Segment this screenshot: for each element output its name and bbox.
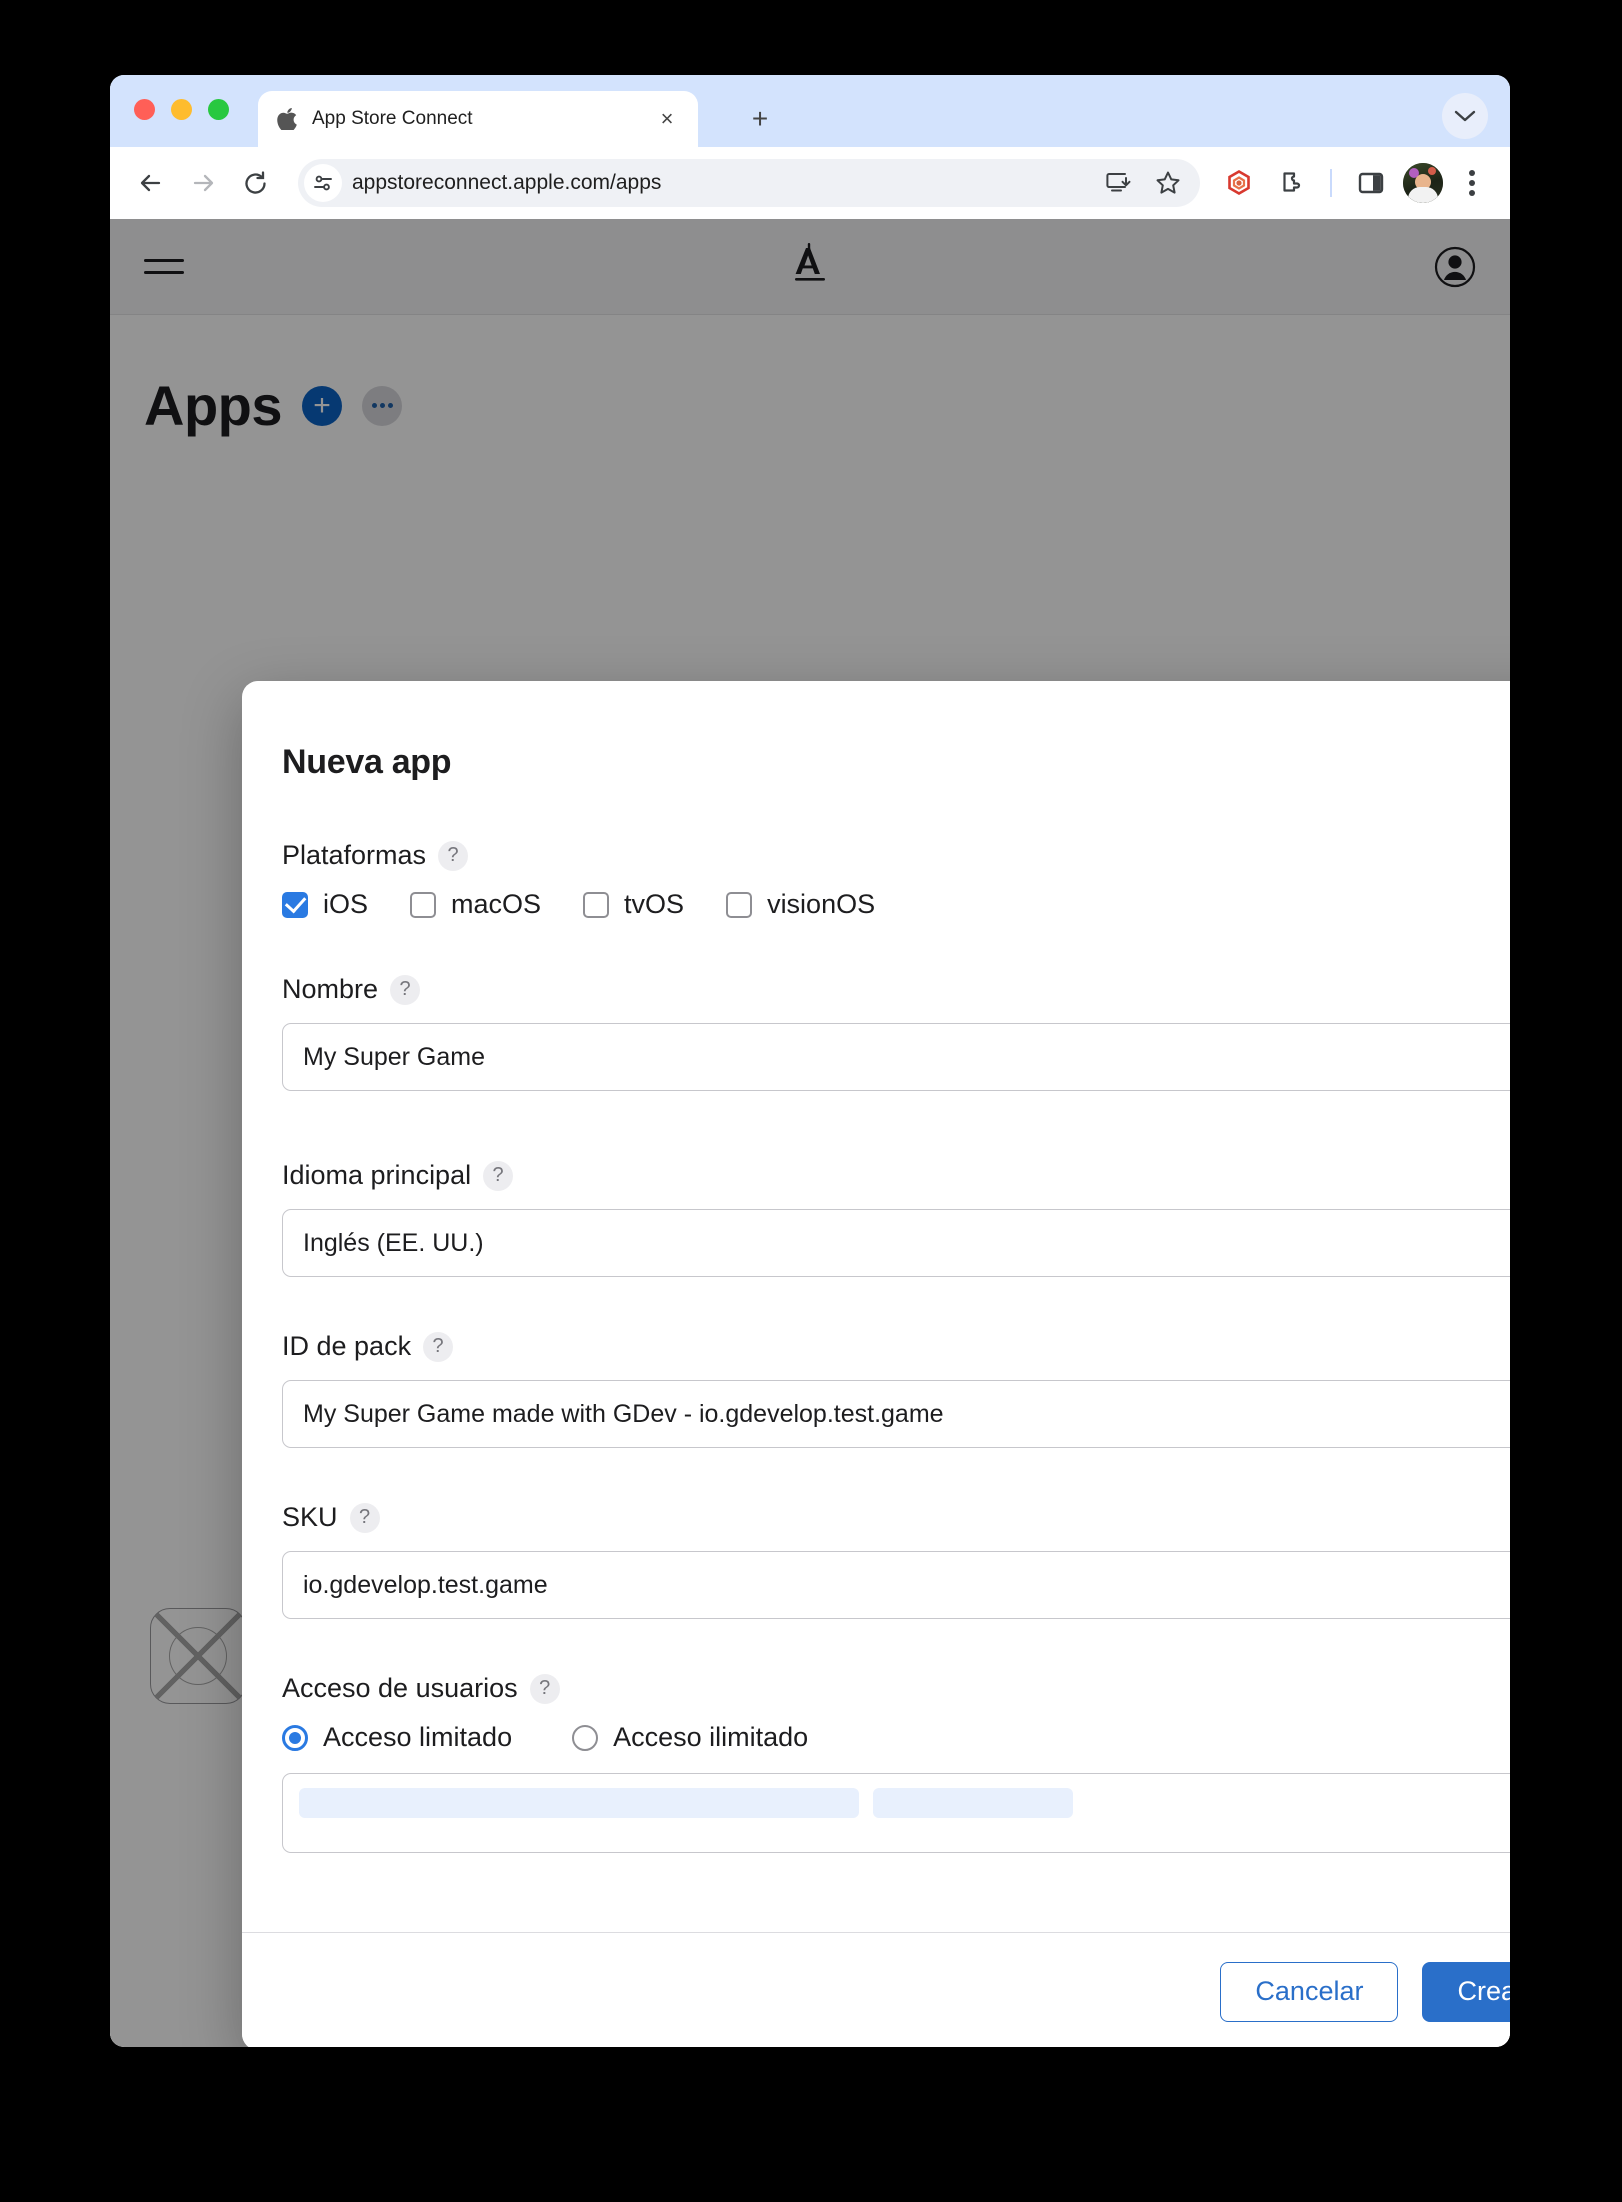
- browser-toolbar: appstoreconnect.apple.com/apps: [110, 147, 1510, 219]
- browser-tab-strip: App Store Connect × +: [110, 75, 1510, 147]
- url-text: appstoreconnect.apple.com/apps: [352, 171, 662, 194]
- name-label: Nombre: [282, 974, 379, 1004]
- name-input[interactable]: My Super Game: [282, 1023, 1510, 1091]
- radio-limited-access-circle[interactable]: [282, 1724, 308, 1751]
- checkbox-tvos-box[interactable]: [583, 891, 610, 918]
- bookmark-star-icon[interactable]: [1148, 163, 1188, 203]
- help-icon[interactable]: ?: [423, 1331, 454, 1362]
- help-icon[interactable]: ?: [438, 840, 469, 871]
- platforms-field: Plataformas ? iOS macOS tvOS visionOS: [282, 840, 1510, 920]
- help-icon[interactable]: ?: [390, 974, 421, 1005]
- checkbox-ios-label: iOS: [323, 889, 369, 919]
- radio-unlimited-access-circle[interactable]: [572, 1724, 599, 1751]
- help-icon[interactable]: ?: [529, 1673, 560, 1704]
- three-dot-menu-icon[interactable]: [1452, 163, 1492, 203]
- close-tab-button[interactable]: ×: [654, 106, 680, 132]
- name-field: Nombre ? My Super Game 17: [282, 974, 1510, 1130]
- checkbox-visionos-box[interactable]: [726, 891, 753, 918]
- primary-language-label: Idioma principal: [282, 1160, 472, 1190]
- primary-language-value: Inglés (EE. UU.): [303, 1228, 484, 1257]
- reload-button[interactable]: [232, 160, 278, 206]
- profile-avatar[interactable]: [1400, 160, 1446, 206]
- minimize-window-button[interactable]: [171, 99, 192, 120]
- user-access-selection-panel[interactable]: [282, 1773, 1510, 1853]
- new-app-dialog: Nueva app Plataformas ? iOS macOS tvOS v…: [242, 681, 1510, 2047]
- page-area: Apps + macOS 1.0 En preparación para el …: [110, 219, 1510, 2047]
- user-access-label-row: Acceso de usuarios ?: [282, 1673, 1510, 1704]
- checkbox-tvos-label: tvOS: [624, 889, 685, 919]
- checkbox-ios[interactable]: iOS: [282, 889, 368, 920]
- checkbox-macos-box[interactable]: [410, 891, 437, 918]
- install-app-icon[interactable]: [1098, 163, 1138, 203]
- primary-language-select[interactable]: Inglés (EE. UU.): [282, 1209, 1510, 1277]
- create-button[interactable]: Crear: [1422, 1961, 1510, 2022]
- bundle-id-field: ID de pack ? My Super Game made with GDe…: [282, 1331, 1510, 1448]
- user-access-radio-group: Acceso limitado Acceso ilimitado: [282, 1722, 1510, 1753]
- user-access-label: Acceso de usuarios: [282, 1673, 518, 1703]
- close-window-button[interactable]: [134, 99, 155, 120]
- new-tab-button[interactable]: +: [740, 99, 780, 139]
- help-icon[interactable]: ?: [483, 1160, 514, 1191]
- toolbar-divider: [1330, 169, 1332, 197]
- forward-button[interactable]: [180, 160, 226, 206]
- radio-unlimited-access-label: Acceso ilimitado: [613, 1722, 809, 1752]
- name-label-row: Nombre ?: [282, 974, 1510, 1005]
- checkbox-visionos-label: visionOS: [767, 889, 876, 919]
- browser-tab[interactable]: App Store Connect ×: [258, 91, 698, 147]
- platforms-label: Plataformas: [282, 840, 427, 870]
- window-traffic-lights: [134, 99, 229, 120]
- checkbox-macos-label: macOS: [451, 889, 542, 919]
- platforms-checkbox-group: iOS macOS tvOS visionOS: [282, 889, 1510, 920]
- platforms-label-row: Plataformas ?: [282, 840, 1510, 871]
- bundle-id-value: My Super Game made with GDev - io.gdevel…: [303, 1399, 944, 1428]
- user-access-field: Acceso de usuarios ? Acceso limitado Acc…: [282, 1673, 1510, 1853]
- cancel-button[interactable]: Cancelar: [1220, 1961, 1399, 2022]
- site-settings-icon[interactable]: [304, 164, 342, 202]
- checkbox-tvos[interactable]: tvOS: [583, 889, 684, 920]
- puzzle-piece-icon[interactable]: [1268, 160, 1314, 206]
- access-chip: [873, 1788, 1073, 1818]
- help-icon[interactable]: ?: [349, 1502, 380, 1533]
- sku-field: SKU ? io.gdevelop.test.game: [282, 1502, 1510, 1619]
- dialog-footer: Cancelar Crear: [242, 1932, 1510, 2047]
- radio-unlimited-access[interactable]: Acceso ilimitado: [572, 1722, 808, 1753]
- browser-window: App Store Connect × + appstoreconnect.ap…: [110, 75, 1510, 2047]
- apple-logo-icon: [276, 108, 298, 130]
- checkbox-ios-box[interactable]: [282, 891, 308, 918]
- bundle-id-label-row: ID de pack ?: [282, 1331, 1510, 1362]
- primary-language-field: Idioma principal ? Inglés (EE. UU.): [282, 1160, 1510, 1277]
- shield-extension-icon[interactable]: [1216, 160, 1262, 206]
- checkbox-macos[interactable]: macOS: [410, 889, 541, 920]
- primary-language-label-row: Idioma principal ?: [282, 1160, 1510, 1191]
- maximize-window-button[interactable]: [208, 99, 229, 120]
- dialog-body: Plataformas ? iOS macOS tvOS visionOS No…: [242, 782, 1510, 1932]
- sku-label: SKU: [282, 1502, 338, 1532]
- name-character-counter: 17: [282, 1103, 1510, 1130]
- radio-limited-access[interactable]: Acceso limitado: [282, 1722, 512, 1753]
- access-chip: [299, 1788, 859, 1818]
- side-panel-icon[interactable]: [1348, 160, 1394, 206]
- radio-limited-access-label: Acceso limitado: [323, 1722, 513, 1752]
- sku-label-row: SKU ?: [282, 1502, 1510, 1533]
- dialog-title: Nueva app: [282, 743, 452, 781]
- back-button[interactable]: [128, 160, 174, 206]
- sku-input[interactable]: io.gdevelop.test.game: [282, 1551, 1510, 1619]
- address-bar[interactable]: appstoreconnect.apple.com/apps: [298, 159, 1200, 207]
- checkbox-visionos[interactable]: visionOS: [726, 889, 875, 920]
- bundle-id-label: ID de pack: [282, 1331, 412, 1361]
- bundle-id-select[interactable]: My Super Game made with GDev - io.gdevel…: [282, 1380, 1510, 1448]
- tab-search-chevron-down-icon[interactable]: [1442, 93, 1488, 139]
- browser-tab-title: App Store Connect: [312, 108, 473, 129]
